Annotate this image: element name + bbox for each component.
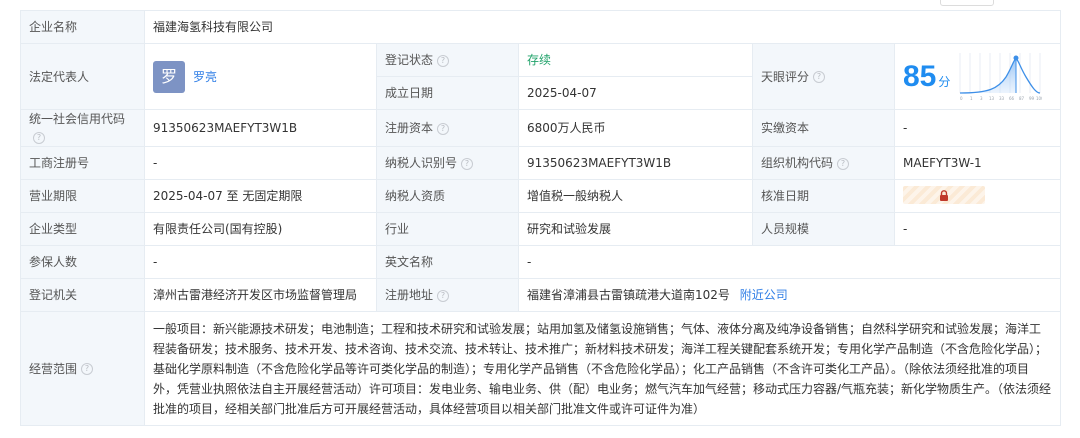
org-code-label-cell: 组织机构代码? <box>752 146 895 180</box>
reg-address-label: 注册地址 <box>385 288 434 302</box>
tianyan-label-cell: 天眼评分? <box>752 43 895 110</box>
tianyan-score: 85 <box>903 59 937 93</box>
company-info-table: 企业名称 福建海氢科技有限公司 法定代表人 罗 罗亮 登记状态? 存续 天眼评分… <box>20 10 1061 426</box>
legal-rep-cell: 罗 罗亮 <box>144 43 377 110</box>
tick-7: 99 <box>1029 96 1035 101</box>
help-icon[interactable]: ? <box>33 131 45 144</box>
approval-date-label: 核准日期 <box>752 179 895 213</box>
reg-capital-label-cell: 注册资本? <box>376 109 519 147</box>
biz-term-value: 2025-04-07 至 无固定期限 <box>144 179 377 213</box>
row-company-name: 企业名称 福建海氢科技有限公司 <box>20 10 1061 44</box>
help-icon[interactable]: ? <box>81 363 94 375</box>
tick-4: 33 <box>999 96 1005 101</box>
taxpayer-qual-label: 纳税人资质 <box>376 179 519 213</box>
company-name-value: 福建海氢科技有限公司 <box>144 10 1061 44</box>
company-name-label: 企业名称 <box>20 10 145 44</box>
tick-0: 0 <box>960 96 963 101</box>
row-biz-term: 营业期限 2025-04-07 至 无固定期限 纳税人资质 增值税一般纳税人 核… <box>20 179 1061 213</box>
reg-authority-value: 漳州古雷港经济开发区市场监督管理局 <box>144 278 377 312</box>
staff-size-value: - <box>894 212 1061 246</box>
help-icon[interactable]: ? <box>813 71 826 83</box>
paid-capital-value: - <box>894 109 1061 147</box>
bell-fill <box>960 58 1017 93</box>
tick-6: 87 <box>1019 96 1025 101</box>
english-name-value: - <box>518 245 1061 279</box>
reg-address-label-cell: 注册地址? <box>376 278 519 312</box>
row-reg-authority: 登记机关 漳州古雷港经济开发区市场监督管理局 注册地址? 福建省漳浦县古雷镇疏港… <box>20 278 1061 312</box>
industry-value: 研究和试验发展 <box>518 212 753 246</box>
reg-capital-value: 6800万人民币 <box>518 109 753 147</box>
scope-label: 经营范围 <box>29 361 78 376</box>
biz-reg-no-value: - <box>144 146 377 180</box>
tick-1: 1 <box>970 96 973 101</box>
insured-value: - <box>144 245 377 279</box>
industry-label: 行业 <box>376 212 519 246</box>
established-label: 成立日期 <box>376 76 519 110</box>
reg-status-label: 登记状态 <box>385 53 434 67</box>
score-dot <box>1013 55 1019 60</box>
org-code-label: 组织机构代码 <box>761 156 834 170</box>
help-icon[interactable]: ? <box>837 157 850 170</box>
staff-size-label: 人员规模 <box>752 212 895 246</box>
top-toolbar-button[interactable] <box>940 0 994 6</box>
taxpayer-id-value: 91350623MAEFYT3W1B <box>518 146 753 180</box>
paid-capital-label: 实缴资本 <box>752 109 895 147</box>
scope-label-cell: 经营范围? <box>20 311 145 426</box>
tick-2: 3 <box>980 96 983 101</box>
tianyan-label: 天眼评分 <box>761 69 810 84</box>
company-type-label: 企业类型 <box>20 212 145 246</box>
tianyan-score-cell[interactable]: 85 分 0 1 3 13 33 66 87 99 10 <box>894 43 1061 110</box>
reg-authority-label: 登记机关 <box>20 278 145 312</box>
row-insured: 参保人数 - 英文名称 - <box>20 245 1061 279</box>
company-type-value: 有限责任公司(国有控股) <box>144 212 377 246</box>
score-distribution-chart: 0 1 3 13 33 66 87 99 100 <box>959 52 1042 101</box>
reg-address-value: 福建省漳浦县古雷镇疏港大道南102号 <box>527 288 730 302</box>
reg-status-value: 存续 <box>518 43 753 77</box>
tick-5: 66 <box>1009 96 1015 101</box>
row-reg-status: 法定代表人 罗 罗亮 登记状态? 存续 天眼评分? 85 分 0 1 3 13 … <box>20 43 1061 110</box>
legal-rep-label: 法定代表人 <box>20 43 145 110</box>
row-scope: 经营范围? 一般项目：新兴能源技术研发；电池制造；工程和技术研究和试验发展；站用… <box>20 311 1061 426</box>
established-value: 2025-04-07 <box>518 76 753 110</box>
reg-capital-label: 注册资本 <box>385 121 434 135</box>
credit-code-label-cell: 统一社会信用代码? <box>20 109 145 147</box>
help-icon[interactable]: ? <box>437 122 450 135</box>
biz-term-label: 营业期限 <box>20 179 145 213</box>
taxpayer-id-label-cell: 纳税人识别号? <box>376 146 519 180</box>
org-code-value: MAEFYT3W-1 <box>894 146 1061 180</box>
credit-code-label: 统一社会信用代码 <box>29 112 126 126</box>
reg-address-cell: 福建省漳浦县古雷镇疏港大道南102号 附近公司 <box>518 278 1061 312</box>
taxpayer-id-label: 纳税人识别号 <box>385 156 458 170</box>
taxpayer-qual-value: 增值税一般纳税人 <box>518 179 753 213</box>
legal-rep-link[interactable]: 罗亮 <box>193 68 217 86</box>
tick-3: 13 <box>989 96 995 101</box>
biz-reg-no-label: 工商注册号 <box>20 146 145 180</box>
tick-8: 100 <box>1036 96 1042 101</box>
row-credit-code: 统一社会信用代码? 91350623MAEFYT3W1B 注册资本? 6800万… <box>20 109 1061 147</box>
help-icon[interactable]: ? <box>461 157 474 170</box>
avatar[interactable]: 罗 <box>153 60 185 93</box>
reg-status-label-cell: 登记状态? <box>376 43 519 77</box>
english-name-label: 英文名称 <box>376 245 519 279</box>
row-biz-reg-no: 工商注册号 - 纳税人识别号? 91350623MAEFYT3W1B 组织机构代… <box>20 146 1061 180</box>
scope-text: 一般项目：新兴能源技术研发；电池制造；工程和技术研究和试验发展；站用加氢及储氢设… <box>144 311 1061 426</box>
insured-label: 参保人数 <box>20 245 145 279</box>
help-icon[interactable]: ? <box>437 289 450 302</box>
nearby-companies-link[interactable]: 附近公司 <box>740 288 788 302</box>
row-company-type: 企业类型 有限责任公司(国有控股) 行业 研究和试验发展 人员规模 - <box>20 212 1061 246</box>
credit-code-value: 91350623MAEFYT3W1B <box>144 109 377 147</box>
vip-lock-box[interactable] <box>903 186 985 205</box>
lock-icon <box>940 189 948 201</box>
tick-labels: 0 1 3 13 33 66 87 99 100 <box>960 96 1042 101</box>
help-icon[interactable]: ? <box>437 54 450 67</box>
approval-date-cell <box>894 179 1061 213</box>
tianyan-score-unit: 分 <box>938 74 951 89</box>
